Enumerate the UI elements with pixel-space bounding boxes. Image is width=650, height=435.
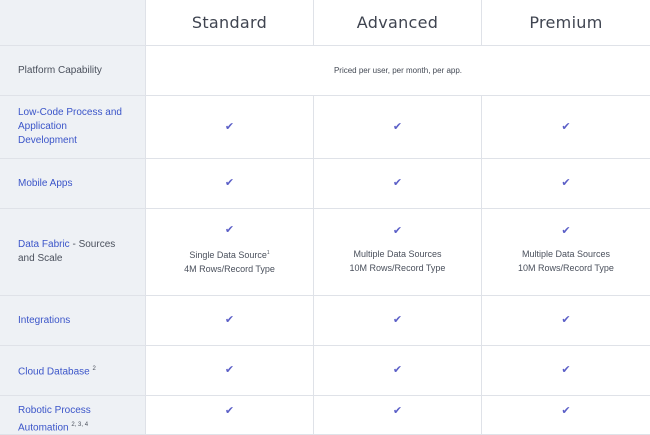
data-fabric-premium: ✔ Multiple Data Sources 10M Rows/Record …: [482, 209, 650, 296]
robotic-standard: ✔: [146, 396, 314, 435]
data-fabric-link[interactable]: Data Fabric: [18, 239, 70, 250]
cloud-database-advanced: ✔: [314, 346, 482, 396]
mobile-apps-premium: ✔: [482, 159, 650, 209]
check-icon: ✔: [224, 314, 235, 326]
mobile-apps-standard: ✔: [146, 159, 314, 209]
mobile-apps-link[interactable]: Mobile Apps: [18, 177, 72, 191]
row-label-cloud-database[interactable]: Cloud Database 2: [0, 346, 146, 396]
robotic-advanced: ✔: [314, 396, 482, 435]
robotic-footnote: 2, 3, 4: [71, 422, 89, 428]
row-label-low-code[interactable]: Low-Code Process and Application Develop…: [0, 96, 146, 159]
column-header-premium: Premium: [482, 0, 650, 46]
cloud-database-standard: ✔: [146, 346, 314, 396]
check-icon: ✔: [224, 405, 235, 417]
check-icon: ✔: [561, 120, 571, 133]
data-fabric-advanced: ✔ Multiple Data Sources 10M Rows/Record …: [314, 209, 482, 296]
row-label-platform-capability: Platform Capability: [0, 46, 146, 96]
mobile-apps-advanced: ✔: [314, 159, 482, 209]
row-label-robotic-process-automation[interactable]: Robotic Process Automation 2, 3, 4: [0, 396, 146, 435]
row-label-integrations[interactable]: Integrations: [0, 296, 146, 346]
low-code-premium: ✔: [482, 96, 650, 159]
check-icon: ✔: [392, 120, 403, 133]
robotic-premium: ✔: [482, 396, 650, 435]
cloud-database-footnote: 2: [92, 365, 96, 372]
check-icon: ✔: [392, 364, 403, 376]
column-header-standard: Standard: [146, 0, 314, 46]
check-icon: ✔: [392, 314, 403, 326]
pricing-note: Priced per user, per month, per app.: [146, 46, 650, 96]
low-code-link[interactable]: Low-Code Process and Application Develop…: [18, 106, 127, 148]
integrations-link[interactable]: Integrations: [18, 314, 70, 328]
row-label-data-fabric: Data Fabric - Sources and Scale: [0, 209, 146, 296]
data-fabric-advanced-line2: 10M Rows/Record Type: [349, 262, 446, 273]
integrations-standard: ✔: [146, 296, 314, 346]
data-fabric-standard-line2: 4M Rows/Record Type: [184, 263, 275, 274]
pricing-comparison-table: Standard Advanced Premium Platform Capab…: [0, 0, 650, 435]
row-label-mobile-apps[interactable]: Mobile Apps: [0, 159, 146, 209]
data-fabric-premium-line1: Multiple Data Sources: [521, 248, 611, 259]
platform-capability-label: Platform Capability: [18, 64, 102, 76]
check-icon: ✔: [224, 120, 235, 133]
column-header-advanced: Advanced: [314, 0, 482, 46]
data-fabric-standard: ✔ Single Data Source1 4M Rows/Record Typ…: [146, 209, 314, 296]
data-fabric-standard-line1: Single Data Source1: [189, 249, 270, 260]
check-icon: ✔: [561, 224, 571, 237]
cloud-database-link[interactable]: Cloud Database: [18, 366, 90, 377]
low-code-standard: ✔: [146, 96, 314, 159]
check-icon: ✔: [561, 314, 571, 326]
check-icon: ✔: [561, 364, 571, 376]
check-icon: ✔: [561, 405, 571, 417]
corner-cell: [0, 0, 146, 46]
cloud-database-premium: ✔: [482, 346, 650, 396]
data-fabric-advanced-line1: Multiple Data Sources: [353, 248, 442, 259]
check-icon: ✔: [224, 364, 235, 376]
check-icon: ✔: [392, 177, 403, 189]
check-icon: ✔: [392, 224, 403, 237]
integrations-premium: ✔: [482, 296, 650, 346]
low-code-advanced: ✔: [314, 96, 482, 159]
robotic-process-automation-link[interactable]: Robotic Process Automation: [18, 405, 91, 433]
data-fabric-premium-line2: 10M Rows/Record Type: [518, 262, 614, 273]
check-icon: ✔: [224, 177, 235, 189]
integrations-advanced: ✔: [314, 296, 482, 346]
check-icon: ✔: [224, 223, 235, 236]
check-icon: ✔: [392, 405, 403, 417]
check-icon: ✔: [561, 177, 571, 189]
